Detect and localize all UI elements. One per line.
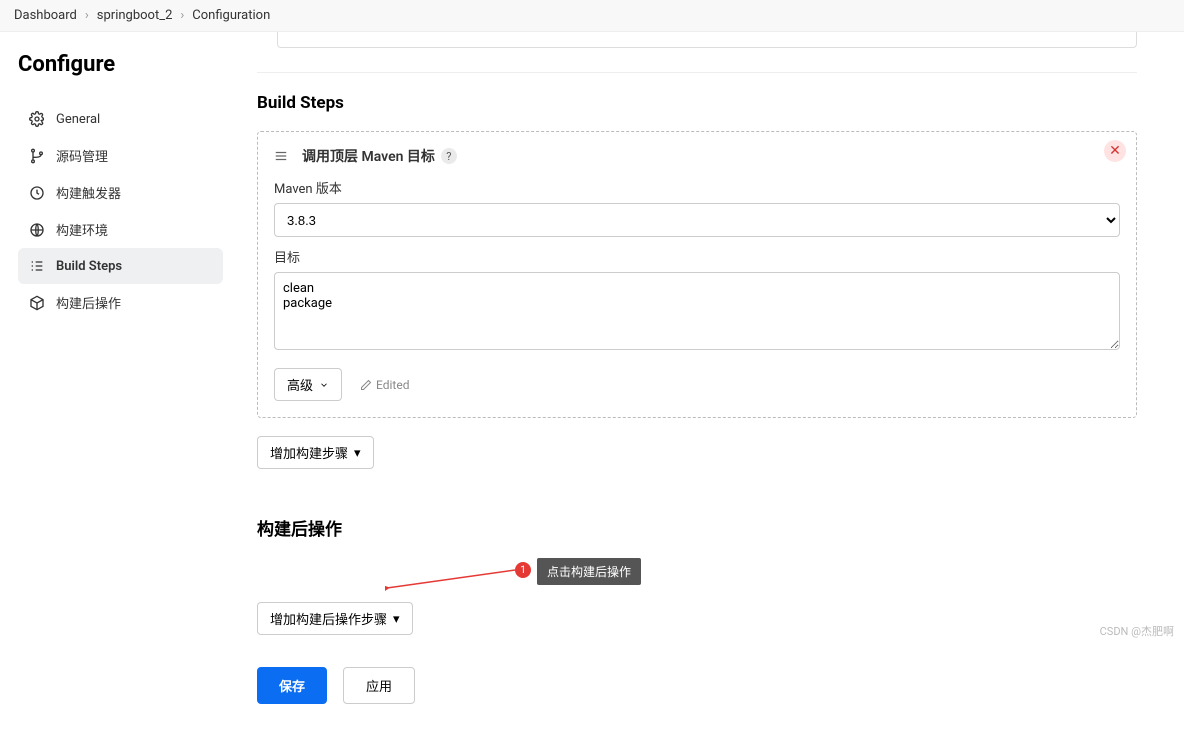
maven-version-select[interactable]: 3.8.3	[274, 203, 1120, 237]
step-title: 调用顶层 Maven 目标	[302, 146, 435, 166]
breadcrumb-item[interactable]: springboot_2	[97, 8, 173, 23]
add-build-step-label: 增加构建步骤	[270, 443, 348, 462]
package-icon	[28, 294, 46, 312]
annotation-arrow-icon	[385, 564, 525, 594]
chevron-right-icon: ›	[85, 8, 89, 23]
caret-down-icon: ▾	[393, 611, 400, 627]
annotation-text: 点击构建后操作	[537, 558, 641, 585]
help-icon[interactable]: ?	[441, 148, 457, 164]
sidebar-item-label: Build Steps	[56, 259, 122, 274]
sidebar-item-general[interactable]: General	[18, 101, 223, 137]
build-steps-heading: Build Steps	[257, 93, 1137, 113]
edited-indicator: Edited	[360, 378, 409, 392]
breadcrumb-item[interactable]: Configuration	[192, 8, 270, 23]
annotation-number-badge: 1	[515, 562, 531, 578]
sidebar-item-label: 源码管理	[56, 146, 108, 165]
sidebar-item-label: 构建后操作	[56, 293, 121, 312]
breadcrumb-item[interactable]: Dashboard	[14, 8, 77, 23]
close-icon: ✕	[1109, 143, 1121, 159]
branch-icon	[28, 147, 46, 165]
save-button[interactable]: 保存	[257, 667, 327, 704]
main-content: Build Steps 调用顶层 Maven 目标 ? ✕ Maven 版本 3…	[235, 32, 1155, 744]
annotation-callout: 1 点击构建后操作	[257, 558, 1137, 592]
sidebar-item-triggers[interactable]: 构建触发器	[18, 174, 223, 211]
sidebar-item-env[interactable]: 构建环境	[18, 211, 223, 248]
post-build-heading: 构建后操作	[257, 515, 1137, 540]
advanced-label: 高级	[287, 375, 313, 394]
add-post-build-action-label: 增加构建后操作步骤	[270, 609, 387, 628]
sidebar-item-label: 构建环境	[56, 220, 108, 239]
build-step-card: 调用顶层 Maven 目标 ? ✕ Maven 版本 3.8.3 目标 高级	[257, 131, 1137, 418]
sidebar-item-scm[interactable]: 源码管理	[18, 137, 223, 174]
clock-icon	[28, 184, 46, 202]
drag-handle-icon[interactable]	[274, 149, 292, 163]
sidebar-item-build-steps[interactable]: Build Steps	[18, 248, 223, 284]
watermark: CSDN @杰肥啊	[1100, 623, 1174, 639]
list-icon	[28, 257, 46, 275]
sidebar-item-label: 构建触发器	[56, 183, 121, 202]
page-title: Configure	[18, 52, 223, 77]
advanced-button[interactable]: 高级	[274, 368, 342, 401]
apply-button[interactable]: 应用	[343, 667, 415, 704]
previous-card-fragment	[277, 32, 1137, 48]
add-post-build-action-button[interactable]: 增加构建后操作步骤 ▾	[257, 602, 413, 635]
caret-down-icon: ▾	[354, 445, 361, 461]
breadcrumb: Dashboard › springboot_2 › Configuration	[0, 0, 1184, 32]
chevron-down-icon	[319, 380, 329, 390]
goals-textarea[interactable]	[274, 272, 1120, 350]
sidebar-item-label: General	[56, 112, 100, 127]
maven-version-label: Maven 版本	[274, 178, 1120, 197]
goals-label: 目标	[274, 247, 1120, 266]
pencil-icon	[360, 379, 372, 391]
globe-icon	[28, 221, 46, 239]
gear-icon	[28, 110, 46, 128]
sidebar-item-post-build[interactable]: 构建后操作	[18, 284, 223, 321]
remove-step-button[interactable]: ✕	[1104, 140, 1126, 162]
add-build-step-button[interactable]: 增加构建步骤 ▾	[257, 436, 374, 469]
chevron-right-icon: ›	[180, 8, 184, 23]
sidebar: Configure General 源码管理 构建触发器 构建环境	[0, 32, 235, 744]
